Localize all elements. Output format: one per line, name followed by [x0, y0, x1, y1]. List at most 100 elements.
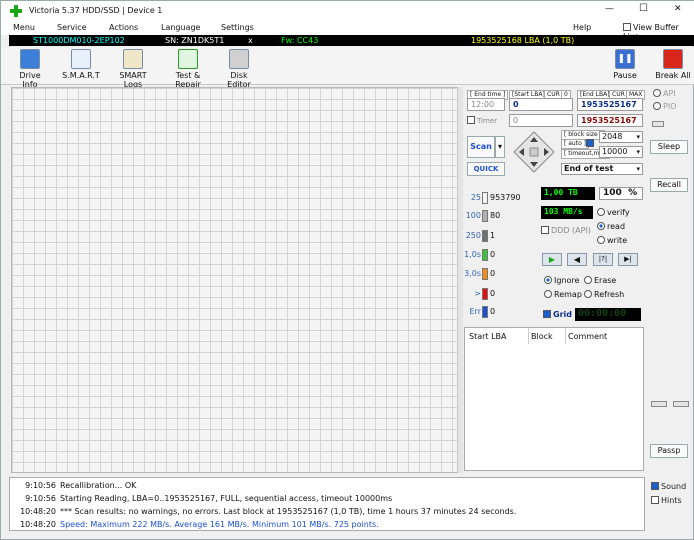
drive-close[interactable]: x	[248, 35, 253, 46]
stat-count-250: 1	[490, 231, 496, 240]
scan-button[interactable]: Scan	[467, 136, 495, 158]
percent-unit: %	[628, 188, 638, 198]
remap-radio[interactable]: Remap	[544, 290, 582, 299]
stat-label-1s: 1,0s	[464, 250, 481, 259]
menu-item-service[interactable]: Service	[57, 23, 87, 32]
window-title: Victoria 5.37 HDD/SSD | Device 1	[29, 6, 163, 15]
quick-button[interactable]: QUICK	[467, 162, 505, 176]
smart-logs-button[interactable]: SMART Logs	[109, 49, 157, 89]
menu-bar: Menu Service Actions Language Settings H…	[1, 21, 694, 41]
back-button[interactable]: ◀	[567, 253, 587, 266]
stat-count-100: 80	[490, 211, 501, 220]
mode-write-radio[interactable]: write	[597, 236, 627, 245]
passp-button[interactable]: Passp	[650, 444, 688, 458]
log-row: 10:48:20 Speed: Maximum 222 MB/s. Averag…	[10, 518, 640, 531]
small-button-left[interactable]	[651, 401, 667, 407]
remap-dot	[544, 290, 552, 298]
log-time: 9:10:56	[25, 481, 56, 490]
column-divider	[565, 328, 566, 344]
stat-bar-over	[482, 288, 488, 300]
col-block: Block	[531, 332, 553, 341]
block-size-select[interactable]: 2048	[599, 131, 643, 143]
refresh-dot	[584, 290, 592, 298]
timer-checkbox[interactable]: Timer	[467, 116, 497, 125]
disk-editor-icon	[229, 49, 249, 69]
stat-count-1s: 0	[490, 250, 496, 259]
mode-read-dot	[597, 222, 605, 230]
drive-firmware: Fw: CC43	[281, 36, 319, 45]
auto-checkbox[interactable]	[586, 139, 594, 147]
smart-logs-icon	[123, 49, 143, 69]
api-radio[interactable]: API	[653, 89, 676, 98]
play-button[interactable]: ▶	[542, 253, 562, 266]
sound-checkbox[interactable]: Sound	[651, 482, 686, 491]
stat-count-25: 953790	[490, 193, 521, 202]
hints-check-icon	[651, 496, 659, 504]
ignore-radio[interactable]: Ignore	[544, 276, 579, 285]
stat-bar-100	[482, 210, 488, 222]
end-time-field[interactable]: 12:00	[467, 98, 505, 111]
ignore-label: Ignore	[554, 276, 580, 285]
ddd-api-label: DDD (API)	[551, 226, 591, 235]
erase-radio[interactable]: Erase	[584, 276, 616, 285]
end-lba-current-field[interactable]: 1953525167	[577, 114, 643, 127]
grid-check-icon	[543, 310, 551, 318]
refresh-radio[interactable]: Refresh	[584, 290, 624, 299]
test-repair-button[interactable]: Test & Repair	[163, 49, 213, 89]
recall-button[interactable]: Recall	[650, 178, 688, 192]
maximize-button[interactable]: ☐	[639, 3, 648, 14]
drive-serial: SN: ZN1DK5T1	[165, 36, 225, 45]
size-readout: 1,00 TB	[541, 187, 595, 200]
main-toolbar: Drive Info S.M.A.R.T SMART Logs Test & R…	[1, 47, 694, 89]
pause-button[interactable]: ❚❚ Pause	[611, 49, 639, 83]
log-row: 10:48:20 *** Scan results: no warnings, …	[10, 505, 640, 518]
direction-pad[interactable]	[513, 131, 555, 173]
mode-read-radio[interactable]: read	[597, 222, 625, 231]
view-buffer-check-icon	[623, 23, 631, 31]
timeout-select[interactable]: 10000	[599, 146, 643, 158]
end-lba-field[interactable]: 1953525167	[577, 98, 643, 111]
small-button-right[interactable]	[673, 401, 689, 407]
menu-item-settings[interactable]: Settings	[221, 23, 254, 32]
break-all-button[interactable]: Break All	[655, 49, 691, 83]
refresh-label: Refresh	[594, 290, 625, 299]
pause-label: Pause	[613, 71, 637, 80]
stat-count-3s: 0	[490, 269, 496, 278]
skip-end-button[interactable]: ▶|	[618, 253, 638, 266]
grid-checkbox[interactable]: Grid	[543, 310, 572, 319]
stat-label-over: >	[474, 289, 481, 298]
disk-editor-button[interactable]: Disk Editor	[219, 49, 259, 89]
smart-button[interactable]: S.M.A.R.T	[61, 49, 101, 83]
timer-field[interactable]: 0	[509, 114, 573, 127]
event-log[interactable]: 9:10:56 Recallibration... OK 9:10:56 Sta…	[9, 477, 645, 531]
column-divider	[528, 328, 529, 344]
drive-info-bar[interactable]: ST1000DM010-2EP102 SN: ZN1DK5T1 x Fw: CC…	[9, 35, 694, 46]
menu-item-menu[interactable]: Menu	[13, 23, 35, 32]
pio-radio[interactable]: PIO	[653, 102, 676, 111]
hints-checkbox[interactable]: Hints	[651, 496, 682, 505]
mode-verify-radio[interactable]: verify	[597, 208, 630, 217]
minimize-button[interactable]: —	[605, 4, 614, 14]
log-message: *** Scan results: no warnings, no errors…	[60, 507, 517, 516]
scan-dropdown-button[interactable]: ▾	[495, 136, 505, 158]
skip-back-button[interactable]: |?|	[593, 253, 613, 266]
start-lba-field[interactable]: 0	[509, 98, 573, 111]
menu-item-actions[interactable]: Actions	[109, 23, 138, 32]
menu-item-help[interactable]: Help	[573, 23, 591, 32]
stat-label-err: Err	[469, 307, 482, 316]
ddd-api-checkbox[interactable]: DDD (API)	[541, 226, 591, 235]
mode-read-label: read	[607, 222, 626, 231]
auto-label: [ auto ]	[561, 139, 589, 149]
sleep-button[interactable]: Sleep	[650, 140, 688, 154]
end-of-test-select[interactable]: End of test	[561, 163, 643, 175]
victoria-window: Victoria 5.37 HDD/SSD | Device 1 — ☐ ✕ M…	[0, 0, 694, 540]
stat-bar-25	[482, 192, 488, 204]
drive-info-button[interactable]: Drive Info	[11, 49, 49, 89]
col-start-lba: Start LBA	[469, 332, 507, 341]
log-message: Recallibration... OK	[60, 481, 137, 490]
menu-item-language[interactable]: Language	[161, 23, 200, 32]
mode-verify-dot	[597, 208, 605, 216]
percent-value: 100	[603, 188, 622, 198]
status-indicator	[652, 121, 664, 127]
close-button[interactable]: ✕	[674, 4, 682, 14]
